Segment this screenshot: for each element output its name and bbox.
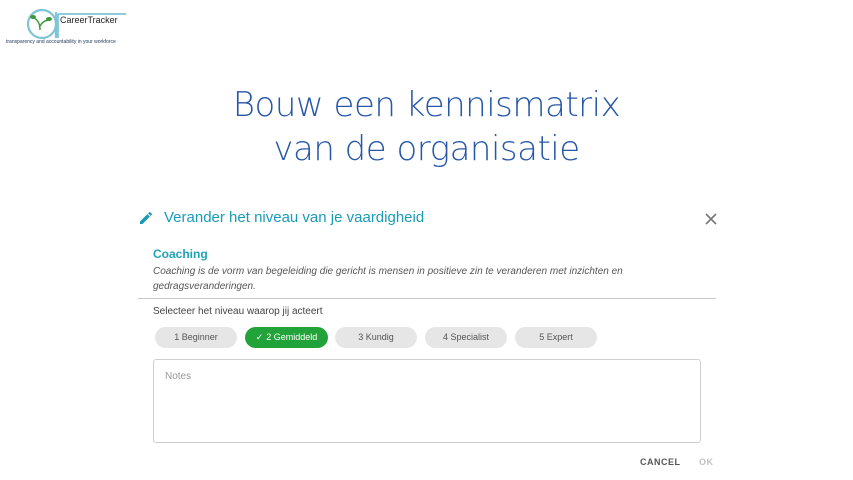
change-skill-level-dialog: Verander het niveau van je vaardigheid C… bbox=[128, 198, 723, 480]
check-icon: ✓ bbox=[255, 332, 264, 342]
level-chip-label: 5 Expert bbox=[539, 332, 573, 342]
level-chip-label: 3 Kundig bbox=[358, 332, 394, 342]
skill-name: Coaching bbox=[153, 247, 208, 261]
slide-title-line-2: van de organisatie bbox=[273, 129, 580, 169]
level-chip-5[interactable]: 5 Expert bbox=[515, 327, 597, 348]
select-level-label: Selecteer het niveau waarop jij acteert bbox=[153, 306, 323, 317]
level-chip-3[interactable]: 3 Kundig bbox=[335, 327, 417, 348]
level-chip-label: 4 Specialist bbox=[442, 332, 490, 342]
notes-field bbox=[153, 359, 701, 443]
careertracker-logo: CareerTracker transparency and accountab… bbox=[6, 4, 146, 46]
slide-title-line-1: Bouw een kennismatrix bbox=[232, 85, 621, 125]
close-icon[interactable] bbox=[704, 212, 718, 226]
cancel-button[interactable]: CANCEL bbox=[640, 457, 681, 467]
pencil-icon bbox=[140, 211, 153, 224]
slide-title: Bouw een kennismatrix van de organisatie bbox=[0, 83, 853, 171]
notes-textarea[interactable] bbox=[154, 360, 700, 442]
level-chip-label: 2 Gemiddeld bbox=[266, 332, 318, 342]
level-chip-2[interactable]: ✓ 2 Gemiddeld bbox=[245, 327, 328, 348]
level-chip-1[interactable]: 1 Beginner bbox=[155, 327, 237, 348]
logo-tagline: transparency and accountability in your … bbox=[6, 39, 116, 45]
level-chip-label: 1 Beginner bbox=[174, 332, 218, 342]
dialog-header: Verander het niveau van je vaardigheid bbox=[136, 208, 718, 230]
level-chip-4[interactable]: 4 Specialist bbox=[425, 327, 507, 348]
divider bbox=[138, 298, 716, 299]
logo-name: CareerTracker bbox=[60, 15, 118, 25]
level-chip-group: 1 Beginner ✓ 2 Gemiddeld 3 Kundig 4 Speci… bbox=[155, 327, 615, 349]
skill-description: Coaching is de vorm van begeleiding die … bbox=[153, 266, 623, 292]
ok-button[interactable]: OK bbox=[699, 457, 714, 467]
dialog-title: Verander het niveau van je vaardigheid bbox=[164, 209, 425, 226]
